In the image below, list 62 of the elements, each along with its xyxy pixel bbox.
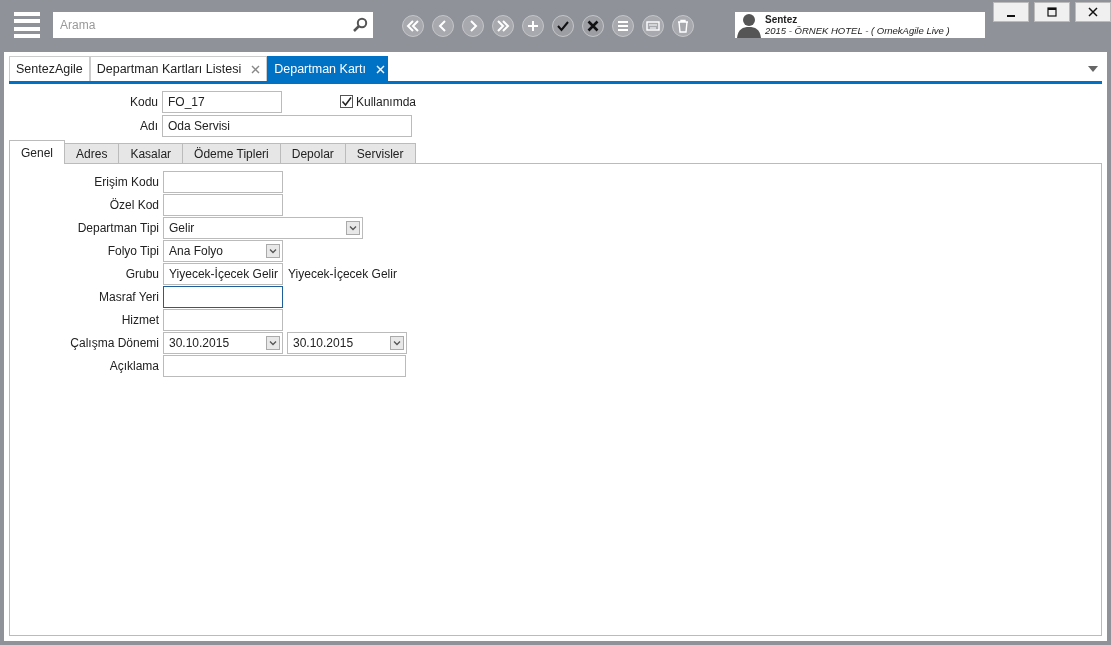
dropdown-field[interactable]: Ana Folyo [163, 239, 283, 262]
minimize-button[interactable] [993, 2, 1029, 22]
field-label: Adı [139, 118, 159, 133]
input-field[interactable] [163, 285, 283, 308]
double-left-icon[interactable] [402, 15, 424, 37]
close-icon [1088, 7, 1098, 17]
input-field[interactable] [163, 193, 283, 216]
in-use-checkbox[interactable]: Kullanımda [340, 94, 417, 109]
search-icon [352, 17, 368, 33]
field-label: Hizmet [120, 312, 160, 327]
dropdown-arrow-icon[interactable] [1088, 65, 1098, 72]
dropdown-field[interactable]: Gelir [163, 216, 363, 239]
field-label: Grubu [124, 266, 160, 281]
chevron-down-icon [346, 220, 360, 235]
search-field[interactable]: Arama [53, 12, 373, 38]
field-label: Erişim Kodu [93, 174, 160, 189]
tab[interactable]: Ödeme Tipleri [183, 143, 281, 164]
document-tab[interactable]: Departman Kartları Listesi [89, 56, 268, 81]
check-icon [341, 96, 352, 107]
field-label: Masraf Yeri [97, 289, 160, 304]
trash-icon[interactable] [672, 15, 694, 37]
close-icon[interactable] [582, 15, 604, 37]
menu-icon[interactable] [14, 12, 40, 38]
input-field[interactable] [163, 170, 283, 193]
check-icon[interactable] [552, 15, 574, 37]
tab[interactable]: Servisler [345, 143, 416, 164]
user-silhouette-icon [737, 12, 761, 38]
user-name: Sentez [765, 14, 799, 25]
chevron-down-icon [390, 335, 404, 350]
tab[interactable]: Kasalar [119, 143, 184, 164]
menu-icon[interactable] [612, 15, 634, 37]
plus-icon[interactable] [522, 15, 544, 37]
input-field[interactable] [163, 354, 406, 377]
field-label: Kodu [128, 94, 159, 109]
dropdown-field[interactable]: 30.10.2015 [163, 331, 283, 354]
double-right-icon[interactable] [492, 15, 514, 37]
field-label: Çalışma Dönemi [69, 335, 160, 350]
document-tab[interactable]: SentezAgile [9, 56, 90, 81]
field-label: Açıklama [108, 358, 160, 373]
field-label: Folyo Tipi [106, 243, 160, 258]
group-name-text: Yiyecek-İçecek Gelir [288, 266, 397, 281]
input-field[interactable]: Yiyecek-İçecek Gelir [163, 262, 283, 285]
field-label: Departman Tipi [76, 220, 160, 235]
right-chevron-icon[interactable] [462, 15, 484, 37]
keyboard-icon[interactable] [642, 15, 664, 37]
maximize-icon [1047, 7, 1057, 17]
close-button[interactable] [1075, 2, 1111, 22]
chevron-down-icon [266, 243, 280, 258]
input-field[interactable]: FO_17 [162, 90, 282, 113]
minimize-icon [1007, 14, 1015, 17]
input-field[interactable] [163, 308, 283, 331]
field-label: Özel Kod [108, 197, 160, 212]
maximize-button[interactable] [1034, 2, 1070, 22]
chevron-down-icon [266, 335, 280, 350]
dropdown-field[interactable]: 30.10.2015 [287, 331, 407, 354]
left-chevron-icon[interactable] [432, 15, 454, 37]
input-field[interactable]: Oda Servisi [162, 114, 412, 137]
tab[interactable]: Genel [9, 140, 66, 164]
document-tab[interactable]: Departman Kartı [267, 56, 388, 81]
hotel-info: 2015 - ÖRNEK HOTEL - ( OrnekAgile Live ) [765, 25, 950, 36]
tab[interactable]: Depolar [280, 143, 346, 164]
tab[interactable]: Adres [65, 143, 120, 164]
